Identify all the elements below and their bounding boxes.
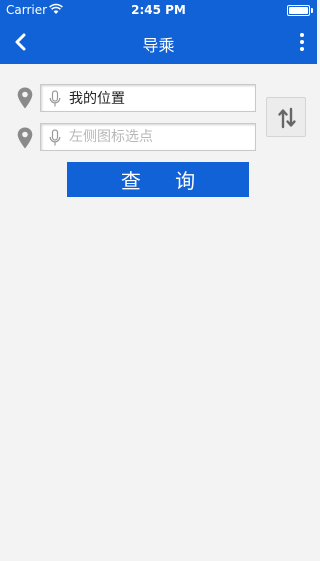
end-location-field[interactable] bbox=[40, 123, 256, 151]
more-vertical-icon[interactable] bbox=[297, 30, 307, 54]
microphone-icon[interactable] bbox=[49, 90, 61, 108]
end-location-input[interactable] bbox=[69, 124, 253, 150]
start-location-pin-icon[interactable] bbox=[17, 87, 33, 109]
microphone-icon[interactable] bbox=[49, 129, 61, 147]
battery-icon bbox=[287, 5, 313, 16]
nav-bar: 导乘 bbox=[0, 20, 317, 64]
swap-vertical-icon bbox=[278, 107, 296, 129]
status-time: 2:45 PM bbox=[131, 3, 186, 17]
end-location-pin-icon[interactable] bbox=[17, 127, 33, 149]
page-title: 导乘 bbox=[142, 36, 175, 55]
swap-route-button[interactable] bbox=[266, 97, 306, 137]
query-button[interactable]: 查 询 bbox=[67, 162, 249, 197]
start-location-field[interactable] bbox=[40, 84, 256, 112]
start-location-input[interactable] bbox=[69, 85, 253, 111]
status-bar: Carrier 2:45 PM bbox=[0, 0, 317, 20]
